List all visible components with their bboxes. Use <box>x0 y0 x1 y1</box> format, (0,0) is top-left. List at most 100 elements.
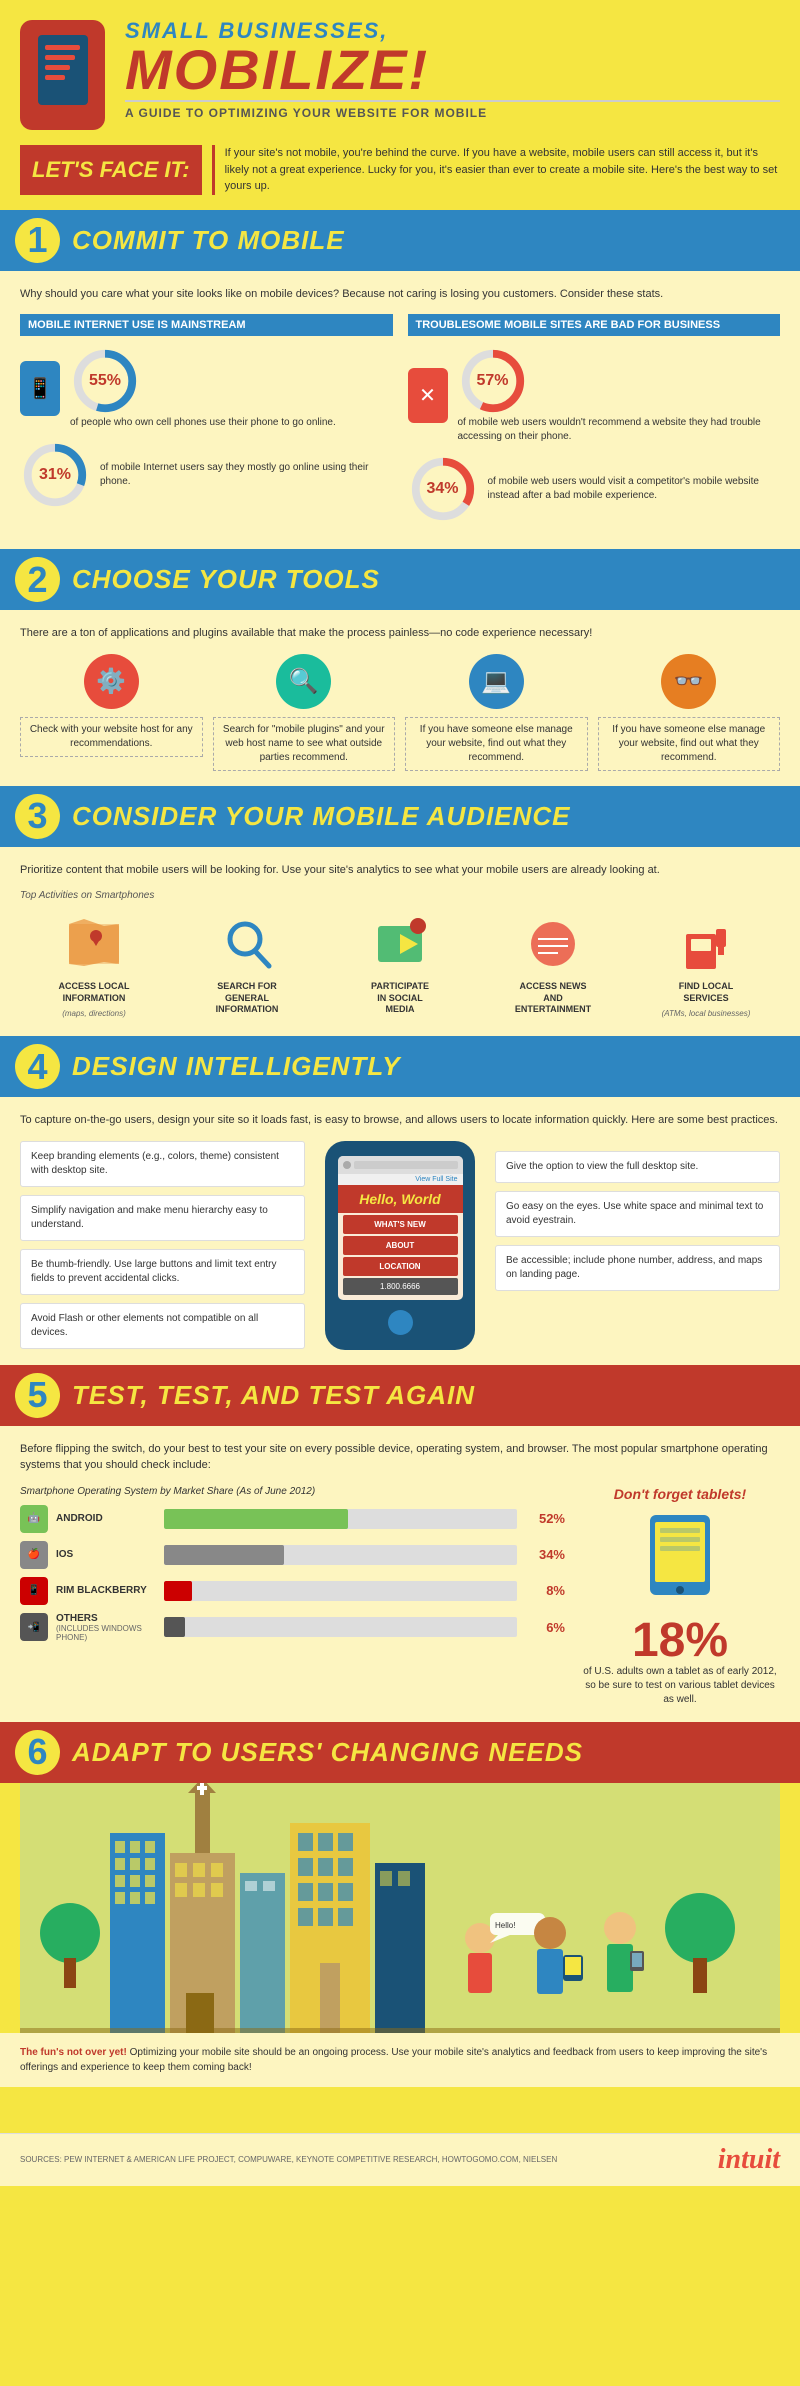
header-text-block: Small Businesses, MOBILIZE! A Guide to O… <box>125 20 780 120</box>
bb-bar-track <box>164 1581 517 1601</box>
svg-text:Hello!: Hello! <box>495 1921 515 1930</box>
tool-2-icon: 🔍 <box>276 654 331 709</box>
stat-row-4: 34% of mobile web users would visit a co… <box>408 454 781 524</box>
stat2-pct: 31% <box>39 466 71 484</box>
tablet-text: of U.S. adults own a tablet as of early … <box>580 1665 780 1707</box>
section-3-title: CONSIDER YOUR MOBILE AUDIENCE <box>72 801 571 832</box>
header-phone-icon <box>20 20 110 130</box>
phone-btn-location: LOCATION <box>343 1257 458 1276</box>
tablet-section: Don't forget tablets! 18% of U.S. adults… <box>580 1486 780 1707</box>
phone-hello-world: Hello, World <box>338 1185 463 1213</box>
section-4-header: 4 DESIGN INTELLIGENTLY <box>0 1036 800 1097</box>
donut-31: 31% <box>20 440 90 510</box>
section-1-intro: Why should you care what your site looks… <box>20 286 780 303</box>
news-icon <box>523 914 583 974</box>
map-icon <box>64 914 124 974</box>
intuit-logo: intuit <box>718 2144 780 2176</box>
section-4-body: To capture on-the-go users, design your … <box>0 1097 800 1365</box>
ios-label: iOS <box>56 1549 156 1560</box>
section-1-col-mainstream: MOBILE INTERNET USE IS MAINSTREAM 📱 55% … <box>20 314 393 534</box>
stat1-text: of people who own cell phones use their … <box>70 416 336 430</box>
others-pct: 6% <box>525 1620 565 1635</box>
tool-4-icon: 👓 <box>661 654 716 709</box>
tool-3-text: If you have someone else manage your web… <box>405 717 588 771</box>
android-bar-track <box>164 1509 517 1529</box>
lets-face-label: LET'S FACE IT: <box>20 145 202 195</box>
tool-1-icon: ⚙️ <box>84 654 139 709</box>
section-4-title: DESIGN INTELLIGENTLY <box>72 1051 401 1082</box>
phone-home-button[interactable] <box>388 1310 413 1335</box>
activity-4: ACCESS NEWSANDENTERTAINMENT <box>479 911 627 1021</box>
section-2-title: CHOOSE YOUR TOOLS <box>72 564 380 595</box>
section-5: 5 TEST, TEST, AND TEST AGAIN Before flip… <box>0 1365 800 1722</box>
donut-57: 57% <box>458 346 528 416</box>
test-layout: Smartphone Operating System by Market Sh… <box>20 1486 780 1707</box>
others-bar-fill <box>164 1617 185 1637</box>
activity-3-label: PARTICIPATEIN SOCIALMEDIA <box>371 981 429 1016</box>
stat4-text: of mobile web users would visit a compet… <box>488 475 781 503</box>
section-3-intro: Prioritize content that mobile users wil… <box>20 862 780 879</box>
section-3-body: Prioritize content that mobile users wil… <box>0 847 800 1037</box>
phone-screen: View Full Site Hello, World WHAT'S NEW A… <box>338 1156 463 1300</box>
tip-right-3: Be accessible; include phone number, add… <box>495 1245 780 1291</box>
android-label: ANDROID <box>56 1513 156 1524</box>
tip-right-2: Go easy on the eyes. Use white space and… <box>495 1191 780 1237</box>
activity-2-icon <box>215 911 280 976</box>
section-3-number: 3 <box>15 794 60 839</box>
phone-line-3 <box>45 65 70 70</box>
stat3-pct: 57% <box>476 372 508 390</box>
phone-btn-number[interactable]: 1.800.6666 <box>343 1278 458 1295</box>
os-row-others: 📲 OTHERS (includes Windows Phone) 6% <box>20 1613 565 1642</box>
os-row-android: 🤖 ANDROID 52% <box>20 1505 565 1533</box>
bb-icon: 📱 <box>20 1577 48 1605</box>
android-pct: 52% <box>525 1511 565 1526</box>
tool-2: 🔍 Search for "mobile plugins" and your w… <box>213 654 396 771</box>
stat3-text: of mobile web users wouldn't recommend a… <box>458 416 781 444</box>
page-header: Small Businesses, MOBILIZE! A Guide to O… <box>0 0 800 210</box>
donut-34: 34% <box>408 454 478 524</box>
section-5-body: Before flipping the switch, do your best… <box>0 1426 800 1722</box>
ios-icon: 🍎 <box>20 1541 48 1569</box>
activity-3-icon <box>368 911 433 976</box>
header-subtitle: A Guide to Optimizing Your Website for M… <box>125 100 780 120</box>
stat1-content: 55% of people who own cell phones use th… <box>70 346 336 430</box>
social-media-icon <box>370 914 430 974</box>
bb-pct: 8% <box>525 1583 565 1598</box>
section-3: 3 CONSIDER YOUR MOBILE AUDIENCE Prioriti… <box>0 786 800 1037</box>
view-full-link[interactable]: View Full Site <box>338 1174 463 1185</box>
activity-2-label: SEARCH FORGENERALINFORMATION <box>216 981 279 1016</box>
tool-4-text: If you have someone else manage your web… <box>598 717 781 771</box>
tip-left-3: Be thumb-friendly. Use large buttons and… <box>20 1249 305 1295</box>
others-bar-track <box>164 1617 517 1637</box>
ios-bar-track <box>164 1545 517 1565</box>
section-2-number: 2 <box>15 557 60 602</box>
stat2-text: of mobile Internet users say they mostly… <box>100 461 393 489</box>
url-bar <box>354 1161 458 1169</box>
stat4-pct: 34% <box>426 480 458 498</box>
tool-4: 👓 If you have someone else manage your w… <box>598 654 781 771</box>
section-6: 6 ADAPT TO USERS' CHANGING NEEDS <box>0 1722 800 2133</box>
design-tips-left: Keep branding elements (e.g., colors, th… <box>20 1141 305 1349</box>
section-6-header: 6 ADAPT TO USERS' CHANGING NEEDS <box>0 1722 800 1783</box>
ios-pct: 34% <box>525 1547 565 1562</box>
section-2: 2 CHOOSE YOUR TOOLS There are a ton of a… <box>0 549 800 786</box>
section-5-title: TEST, TEST, AND TEST AGAIN <box>72 1380 475 1411</box>
city-svg: Hello! <box>20 1783 780 2033</box>
chart-title: Smartphone Operating System by Market Sh… <box>20 1486 565 1497</box>
activity-1: ACCESS LOCALINFORMATION (maps, direction… <box>20 911 168 1021</box>
section-1-columns: MOBILE INTERNET USE IS MAINSTREAM 📱 55% … <box>20 314 780 534</box>
phone-line-2 <box>45 55 75 60</box>
s6-footer-body: Optimizing your mobile site should be an… <box>20 2047 767 2073</box>
col1-title: MOBILE INTERNET USE IS MAINSTREAM <box>20 314 393 336</box>
activity-4-icon <box>521 911 586 976</box>
section-1-title: COMMIT TO MOBILE <box>72 225 345 256</box>
phone-good-icon: 📱 <box>20 361 60 416</box>
activity-1-icon <box>62 911 127 976</box>
bar-dot <box>343 1161 351 1169</box>
tools-row: ⚙️ Check with your website host for any … <box>20 654 780 771</box>
activity-1-label: ACCESS LOCALINFORMATION <box>58 981 129 1004</box>
section-2-body: There are a ton of applications and plug… <box>0 610 800 786</box>
design-layout: Keep branding elements (e.g., colors, th… <box>20 1141 780 1350</box>
activity-2: SEARCH FORGENERALINFORMATION <box>173 911 321 1021</box>
page-footer: SOURCES: PEW INTERNET & AMERICAN LIFE PR… <box>0 2133 800 2186</box>
